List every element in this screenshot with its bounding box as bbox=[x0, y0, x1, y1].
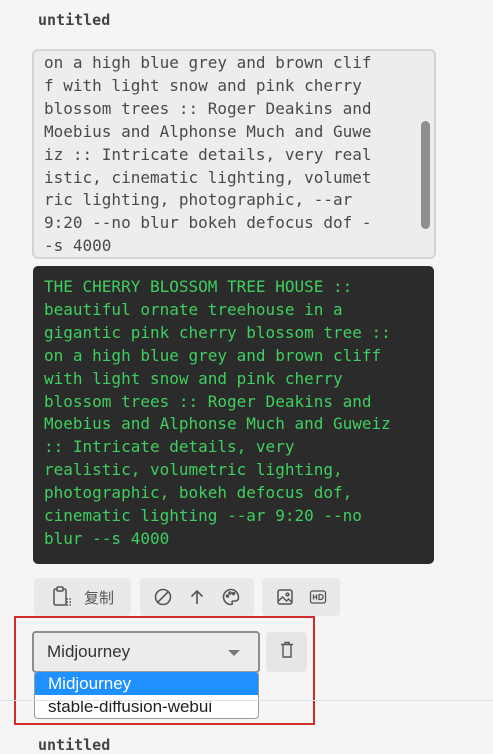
action-group bbox=[140, 578, 254, 616]
palette-icon[interactable] bbox=[219, 585, 243, 609]
card-divider bbox=[0, 700, 493, 701]
copy-label: 复制 bbox=[84, 588, 115, 607]
dropdown-option-sd-webui[interactable]: stable-diffusion-webui bbox=[35, 695, 258, 718]
hd-icon[interactable] bbox=[306, 585, 330, 609]
next-card-title: untitled bbox=[38, 736, 111, 754]
clipboard-icon bbox=[50, 585, 74, 609]
clear-icon[interactable] bbox=[151, 585, 175, 609]
trash-icon bbox=[280, 641, 294, 663]
chevron-down-icon bbox=[228, 650, 240, 656]
image-icon[interactable] bbox=[273, 585, 297, 609]
model-select-value: Midjourney bbox=[47, 642, 131, 661]
prompt-input[interactable]: on a high blue grey and brown clif f wit… bbox=[32, 49, 436, 259]
card-title: untitled bbox=[38, 11, 111, 29]
media-group bbox=[262, 578, 340, 616]
prompt-output-text: THE CHERRY BLOSSOM TREE HOUSE :: beautif… bbox=[44, 277, 391, 548]
prompt-output: THE CHERRY BLOSSOM TREE HOUSE :: beautif… bbox=[33, 266, 434, 564]
model-select[interactable]: Midjourney bbox=[32, 631, 260, 673]
delete-button[interactable] bbox=[266, 632, 307, 672]
copy-button[interactable]: 复制 bbox=[34, 578, 131, 616]
arrow-up-icon[interactable] bbox=[185, 585, 209, 609]
prompt-input-text[interactable]: on a high blue grey and brown clif f wit… bbox=[44, 52, 412, 257]
dropdown-option-midjourney[interactable]: Midjourney bbox=[35, 672, 258, 695]
model-dropdown: Midjourney stable-diffusion-webui bbox=[34, 671, 259, 719]
scrollbar-thumb[interactable] bbox=[421, 121, 430, 229]
